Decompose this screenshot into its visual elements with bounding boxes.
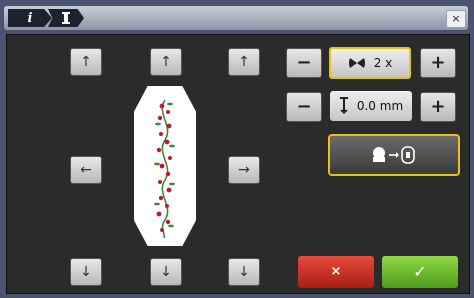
cancel-icon: × [330,264,342,279]
spacing-decrease-button[interactable]: − [286,92,322,122]
spool-icon [62,12,70,24]
hoop-to-fit-icon [373,146,415,164]
minus-icon: − [296,96,312,117]
move-right-button[interactable]: → [228,156,260,184]
arrow-up-icon: ↑ [80,54,92,70]
repeat-count-value: 2 x [373,56,393,70]
breadcrumb-info[interactable]: i [8,9,52,27]
arrow-left-icon: ← [80,162,92,178]
repeat-decrease-button[interactable]: − [286,48,322,78]
arrow-up-icon: ↑ [238,54,250,70]
spacing-field[interactable]: 0.0 mm [330,91,412,121]
move-up-button[interactable]: ↑ [150,48,182,76]
cancel-button[interactable]: × [298,256,374,288]
minus-icon: − [296,52,312,73]
fit-to-hoop-button[interactable] [328,134,460,176]
move-down-button[interactable]: ↓ [150,258,182,286]
plus-icon: + [430,52,446,73]
move-down-right-button[interactable]: ↓ [228,258,260,286]
confirm-button[interactable]: ✓ [382,256,458,288]
breadcrumb: i [8,9,84,27]
close-icon: × [451,12,461,25]
hoop-preview[interactable] [134,86,196,246]
arrow-right-icon: → [238,162,250,178]
spacing-increase-button[interactable]: + [420,92,456,122]
arrow-down-icon: ↓ [80,264,92,280]
embroidery-design-image [154,99,175,239]
move-up-left-button[interactable]: ↑ [70,48,102,76]
info-icon: i [27,10,33,26]
arrow-down-icon: ↓ [160,264,172,280]
move-left-button[interactable]: ← [70,156,102,184]
plus-icon: + [430,96,446,117]
spacing-icon [339,97,348,114]
checkmark-icon: ✓ [413,262,427,281]
close-button[interactable]: × [446,10,466,28]
arrow-down-icon: ↓ [238,264,250,280]
arrow-up-icon: ↑ [160,54,172,70]
breadcrumb-tool[interactable] [48,9,84,27]
move-down-left-button[interactable]: ↓ [70,258,102,286]
spacing-value: 0.0 mm [356,99,404,113]
butterfly-icon [348,58,365,68]
repeat-increase-button[interactable]: + [420,48,456,78]
move-up-right-button[interactable]: ↑ [228,48,260,76]
repeat-count-field[interactable]: 2 x [329,47,411,79]
